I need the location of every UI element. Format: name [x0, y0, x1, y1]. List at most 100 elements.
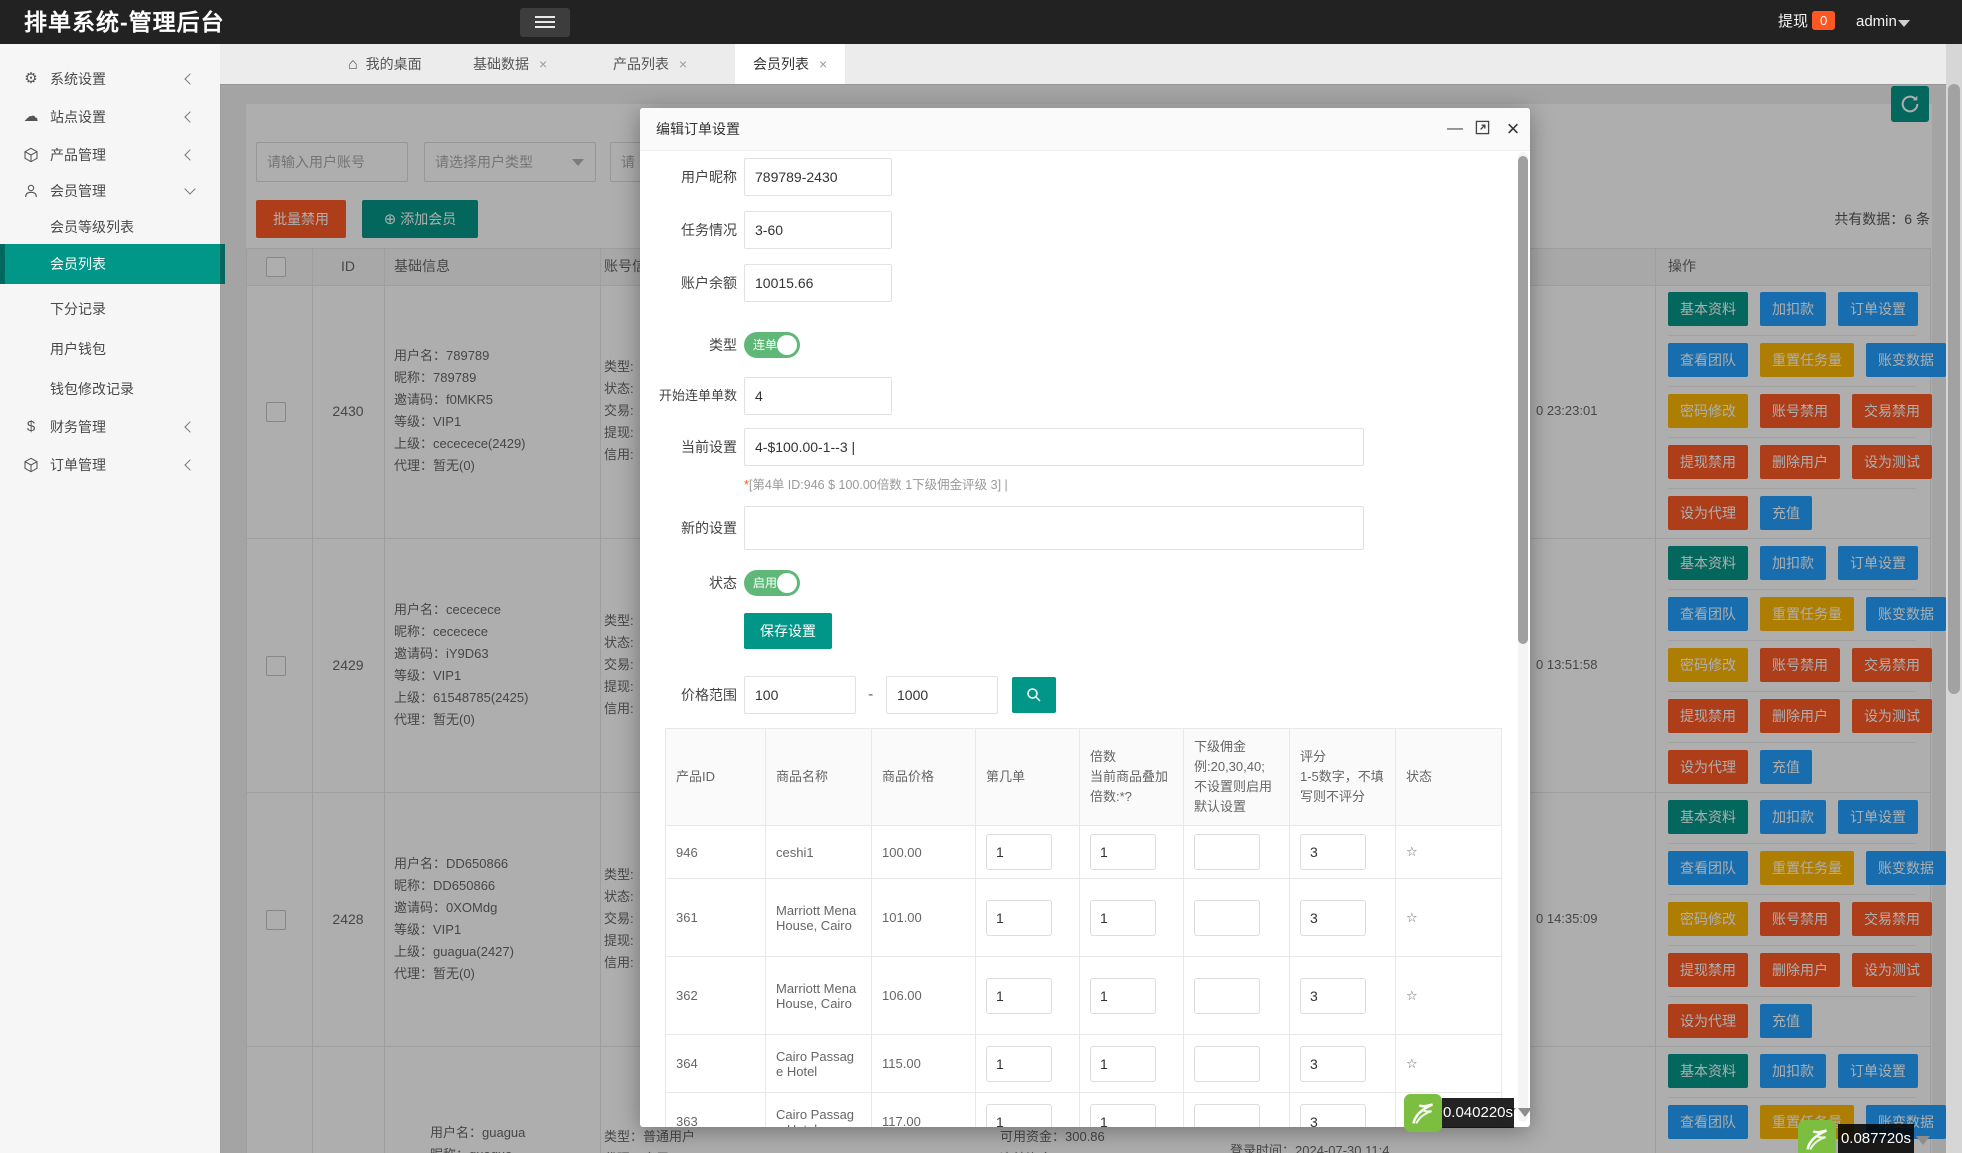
order-number-input[interactable] [986, 978, 1052, 1014]
close-icon[interactable]: × [539, 56, 547, 72]
chevron-left-icon [184, 149, 195, 160]
star-icon[interactable]: ☆ [1406, 988, 1418, 1003]
tab-member-list[interactable]: 会员列表× [735, 44, 845, 84]
col-order-number: 第几单 [976, 729, 1080, 826]
trace-leaf-icon[interactable] [1798, 1120, 1836, 1153]
tab-basic-data[interactable]: 基础数据× [455, 44, 565, 84]
sidebar-item-product-management[interactable]: 产品管理 [0, 136, 220, 174]
close-icon[interactable]: × [679, 56, 687, 72]
product-price: 106.00 [872, 957, 976, 1035]
sidebar-item-finance-management[interactable]: $ 财务管理 [0, 408, 220, 446]
sidebar-item-withdraw-records[interactable]: 下分记录 [0, 292, 220, 326]
product-row: 362 Marriott Mena House, Cairo 106.00 ☆ [666, 957, 1502, 1035]
task-status-label: 任务情况 [642, 211, 737, 249]
task-status-input[interactable] [744, 211, 892, 249]
sidebar-item-site-settings[interactable]: ☁ 站点设置 [0, 98, 220, 136]
rating-input[interactable] [1300, 1046, 1366, 1082]
sidebar-item-member-level-list[interactable]: 会员等级列表 [0, 210, 220, 244]
sidebar-item-user-wallet[interactable]: 用户钱包 [0, 332, 220, 366]
modal-title: 编辑订单设置 [656, 108, 740, 150]
multiple-input[interactable] [1090, 978, 1156, 1014]
product-settings-table: 产品ID 商品名称 商品价格 第几单 倍数 当前商品叠加倍数:*? 下级佣金 例… [665, 728, 1502, 1127]
rating-input[interactable] [1300, 1104, 1366, 1128]
trace-caret-icon[interactable] [1916, 1136, 1930, 1145]
product-id: 364 [666, 1035, 766, 1093]
order-number-input[interactable] [986, 834, 1052, 870]
minimize-icon[interactable]: — [1446, 120, 1464, 138]
rating-input[interactable] [1300, 834, 1366, 870]
commission-input[interactable] [1194, 1046, 1260, 1082]
balance-label: 账户余额 [642, 264, 737, 302]
tab-product-list[interactable]: 产品列表× [595, 44, 705, 84]
sidebar-item-member-management[interactable]: 会员管理 [0, 172, 220, 210]
chevron-left-icon [184, 459, 195, 470]
type-toggle[interactable]: 连单 [744, 332, 800, 358]
withdraw-count-badge: 0 [1812, 11, 1835, 30]
product-price: 117.00 [872, 1093, 976, 1128]
multiple-input[interactable] [1090, 1046, 1156, 1082]
trace-caret-icon[interactable] [1518, 1108, 1532, 1117]
order-number-input[interactable] [986, 1104, 1052, 1128]
multiple-input[interactable] [1090, 900, 1156, 936]
commission-input[interactable] [1194, 978, 1260, 1014]
edit-order-settings-modal: 编辑订单设置 — × 用户昵称 任务情况 账户余额 类型 连单 开始连单单数 当… [640, 108, 1530, 1127]
commission-input[interactable] [1194, 834, 1260, 870]
commission-input[interactable] [1194, 900, 1260, 936]
star-icon[interactable]: ☆ [1406, 1056, 1418, 1071]
status-toggle[interactable]: 启用 [744, 570, 800, 596]
tab-my-desktop[interactable]: ⌂我的桌面 [330, 44, 440, 84]
star-icon[interactable]: ☆ [1406, 910, 1418, 925]
product-price: 100.00 [872, 826, 976, 879]
new-settings-input[interactable] [744, 506, 1364, 550]
price-range-label: 价格范围 [642, 676, 737, 714]
current-settings-label: 当前设置 [642, 428, 737, 466]
modal-scrollbar-thumb[interactable] [1518, 156, 1528, 644]
rating-input[interactable] [1300, 978, 1366, 1014]
admin-user-menu[interactable]: admin [1856, 0, 1897, 44]
order-number-input[interactable] [986, 1046, 1052, 1082]
order-number-input[interactable] [986, 900, 1052, 936]
product-name: Cairo Passage Hotel [766, 1035, 872, 1093]
close-icon[interactable]: × [1504, 116, 1522, 134]
col-status: 状态 [1396, 729, 1502, 826]
withdraw-link[interactable]: 提现 [1778, 0, 1808, 44]
toggle-knob [777, 335, 797, 355]
commission-input[interactable] [1194, 1104, 1260, 1128]
price-max-input[interactable] [886, 676, 998, 714]
col-commission: 下级佣金 例:20,30,40; 不设置则启用默认设置 [1184, 729, 1290, 826]
price-min-input[interactable] [744, 676, 856, 714]
sidebar-item-member-list[interactable]: 会员列表 [0, 244, 225, 284]
sidebar-item-wallet-modify-records[interactable]: 钱包修改记录 [0, 372, 220, 406]
status-label: 状态 [642, 570, 737, 596]
start-count-input[interactable] [744, 377, 892, 415]
page-scrollbar-thumb[interactable] [1948, 84, 1960, 694]
sidebar-item-order-management[interactable]: 订单管理 [0, 446, 220, 484]
sidebar-item-system-settings[interactable]: ⚙ 系统设置 [0, 60, 220, 98]
product-price: 101.00 [872, 879, 976, 957]
hamburger-menu-icon[interactable] [520, 8, 570, 37]
trace-leaf-icon[interactable] [1404, 1094, 1442, 1132]
product-price: 115.00 [872, 1035, 976, 1093]
nickname-input[interactable] [744, 158, 892, 196]
member-person-icon [22, 172, 40, 210]
product-id: 363 [666, 1093, 766, 1128]
col-rating: 评分 1-5数字，不填写则不评分 [1290, 729, 1396, 826]
rating-input[interactable] [1300, 900, 1366, 936]
current-settings-input[interactable] [744, 428, 1364, 466]
screen: 排单系统-管理后台 提现 0 admin ⚙ 系统设置 ☁ 站点设置 产品管理 … [0, 0, 1962, 1153]
dollar-icon: $ [22, 408, 40, 446]
multiple-input[interactable] [1090, 1104, 1156, 1128]
price-search-button[interactable] [1012, 677, 1056, 713]
close-icon[interactable]: × [819, 56, 827, 72]
trace-time-page: 0.087720s [1838, 1124, 1914, 1153]
balance-input[interactable] [744, 264, 892, 302]
gear-icon: ⚙ [22, 60, 40, 98]
star-icon[interactable]: ☆ [1406, 844, 1418, 859]
maximize-icon[interactable] [1473, 120, 1491, 138]
multiple-input[interactable] [1090, 834, 1156, 870]
save-settings-button[interactable]: 保存设置 [744, 613, 832, 649]
product-id: 362 [666, 957, 766, 1035]
type-label: 类型 [642, 332, 737, 358]
product-name: Cairo Passage Hotel [766, 1093, 872, 1128]
product-id: 361 [666, 879, 766, 957]
